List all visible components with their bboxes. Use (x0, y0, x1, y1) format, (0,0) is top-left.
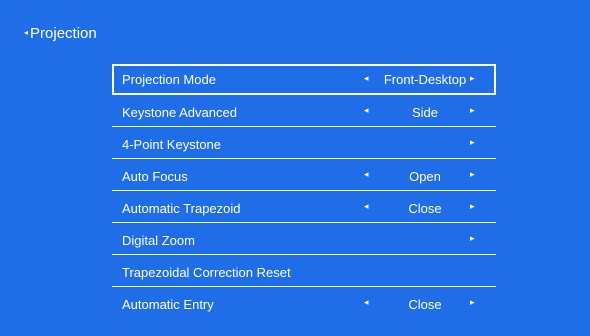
menu-item-value: Open (409, 169, 441, 184)
arrow-right-icon[interactable]: ▸ (470, 73, 475, 84)
menu-item-label: Digital Zoom (122, 233, 195, 248)
menu-item-label: 4-Point Keystone (122, 137, 222, 152)
page-title: Projection (30, 25, 97, 42)
menu-item-label: Keystone Advanced (122, 105, 237, 120)
menu-item-automatic-entry[interactable]: Automatic Entry ◂ Close ▸ (112, 289, 496, 319)
menu-item-trapezoidal-correction-reset[interactable]: Trapezoidal Correction Reset (112, 257, 496, 287)
menu-item-label: Trapezoidal Correction Reset (122, 265, 291, 280)
menu-item-label: Auto Focus (122, 169, 188, 184)
arrow-right-icon[interactable]: ▸ (470, 137, 475, 148)
menu-item-4-point-keystone[interactable]: 4-Point Keystone ▸ (112, 129, 496, 159)
arrow-left-icon[interactable]: ◂ (364, 73, 369, 84)
menu-item-projection-mode[interactable]: Projection Mode ◂ Front-Desktop ▸ (112, 64, 496, 95)
menu-item-value: Side (411, 105, 439, 120)
arrow-left-icon[interactable]: ◂ (364, 297, 369, 308)
arrow-right-icon[interactable]: ▸ (470, 105, 475, 116)
menu-item-automatic-trapezoid[interactable]: Automatic Trapezoid ◂ Close ▸ (112, 193, 496, 223)
arrow-right-icon[interactable]: ▸ (470, 297, 475, 308)
arrow-left-icon[interactable]: ◂ (364, 105, 369, 116)
arrow-right-icon[interactable]: ▸ (470, 233, 475, 244)
back-arrow-icon[interactable]: ◂ (24, 24, 28, 42)
arrow-right-icon[interactable]: ▸ (470, 201, 475, 212)
arrow-left-icon[interactable]: ◂ (364, 169, 369, 180)
menu-item-value: Close (408, 297, 442, 312)
page-header: ◂ Projection (24, 25, 97, 43)
menu-item-label: Automatic Trapezoid (122, 201, 241, 216)
menu-item-value: Close (408, 201, 442, 216)
menu-item-label: Projection Mode (122, 72, 216, 87)
menu-item-value: Front-Desktop (383, 72, 467, 87)
menu-item-auto-focus[interactable]: Auto Focus ◂ Open ▸ (112, 161, 496, 191)
settings-menu: Projection Mode ◂ Front-Desktop ▸ Keysto… (112, 64, 496, 321)
menu-item-keystone-advanced[interactable]: Keystone Advanced ◂ Side ▸ (112, 97, 496, 127)
menu-item-label: Automatic Entry (122, 297, 214, 312)
arrow-right-icon[interactable]: ▸ (470, 169, 475, 180)
menu-item-digital-zoom[interactable]: Digital Zoom ▸ (112, 225, 496, 255)
arrow-left-icon[interactable]: ◂ (364, 201, 369, 212)
